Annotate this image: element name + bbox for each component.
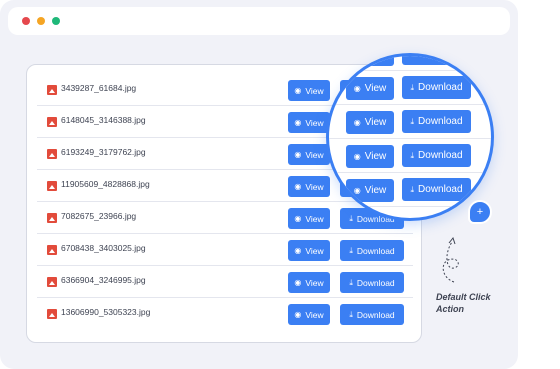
eye-icon: ◉ (353, 185, 361, 195)
download-button[interactable]: ⤓Download (402, 76, 471, 99)
image-file-icon (47, 277, 57, 287)
file-row: 6708438_3403025.jpg ◉ View ⤓ Download (37, 234, 413, 266)
download-icon: ⤓ (349, 213, 353, 223)
magnified-row: ◉ View ⤓ Download (329, 173, 491, 207)
annotation-line-2: Action (436, 304, 464, 314)
app-canvas: 3439287_61684.jpg ◉View ⤓Download 614804… (0, 0, 518, 369)
eye-icon: ◉ (294, 117, 302, 127)
view-button[interactable]: ◉ View (288, 304, 330, 325)
download-button[interactable]: ⤓Download (402, 53, 471, 65)
image-file-icon (47, 245, 57, 255)
eye-icon: ◉ (294, 149, 302, 159)
download-icon: ⤓ (410, 116, 415, 126)
file-name: 6366904_3246995.jpg (61, 275, 146, 285)
download-button[interactable]: ⤓Download (402, 144, 471, 167)
view-button[interactable]: ◉ View (288, 208, 330, 229)
file-name: 3439287_61684.jpg (61, 83, 137, 93)
image-file-icon (47, 181, 57, 191)
eye-icon: ◉ (294, 213, 302, 223)
download-icon: ⤓ (349, 309, 353, 319)
eye-icon: ◉ (353, 83, 361, 93)
maximize-window-dot[interactable] (52, 17, 60, 25)
eye-icon: ◉ (294, 181, 302, 191)
download-button[interactable]: ⤓Download (402, 178, 471, 201)
annotation-label: Default Click Action (436, 291, 516, 315)
download-icon: ⤓ (410, 184, 415, 194)
download-button[interactable]: ⤓Download (340, 304, 404, 325)
magnified-row: ◉ View ⤓ Download (329, 53, 491, 71)
download-button[interactable]: ⤓Download (402, 110, 471, 133)
file-row: 13606990_5305323.jpg ◉ View ⤓ Download (37, 298, 413, 330)
image-file-icon (47, 149, 57, 159)
file-name: 6708438_3403025.jpg (61, 243, 146, 253)
view-button[interactable]: ◉ View (288, 144, 330, 165)
magnified-row: ◉ View ⤓ Download (329, 71, 491, 105)
eye-icon: ◉ (353, 53, 361, 59)
download-button[interactable]: ⤓Download (340, 272, 404, 293)
view-button[interactable]: ◉ View (288, 176, 330, 197)
download-icon: ⤓ (410, 53, 415, 58)
view-button[interactable]: ◉ View (346, 145, 394, 168)
eye-icon: ◉ (294, 309, 302, 319)
curved-arrow-icon (442, 236, 459, 283)
view-button[interactable]: ◉ View (346, 179, 394, 202)
view-button[interactable]: ◉ View (346, 77, 394, 100)
view-button[interactable]: ◉ View (288, 240, 330, 261)
download-icon: ⤓ (410, 82, 415, 92)
download-icon: ⤓ (349, 245, 353, 255)
close-window-dot[interactable] (22, 17, 30, 25)
file-row: 6366904_3246995.jpg ◉ View ⤓ Download (37, 266, 413, 298)
file-name: 6148045_3146388.jpg (61, 115, 146, 125)
view-button[interactable]: ◉ View (346, 53, 394, 66)
file-name: 6193249_3179762.jpg (61, 147, 146, 157)
eye-icon: ◉ (294, 245, 302, 255)
image-file-icon (47, 309, 57, 319)
eye-icon: ◉ (353, 117, 361, 127)
view-button[interactable]: ◉ View (288, 80, 330, 101)
file-name: 7082675_23966.jpg (61, 211, 137, 221)
download-icon: ⤓ (410, 150, 415, 160)
view-button[interactable]: ◉ View (288, 112, 330, 133)
image-file-icon (47, 85, 57, 95)
annotation-line-1: Default Click (436, 292, 491, 302)
minimize-window-dot[interactable] (37, 17, 45, 25)
view-button[interactable]: ◉ View (346, 111, 394, 134)
eye-icon: ◉ (294, 85, 302, 95)
view-button[interactable]: ◉ View (288, 272, 330, 293)
download-icon: ⤓ (349, 277, 353, 287)
eye-icon: ◉ (294, 277, 302, 287)
window-titlebar (8, 7, 510, 35)
file-name: 13606990_5305323.jpg (61, 307, 151, 317)
eye-icon: ◉ (353, 151, 361, 161)
magnified-row: ◉ View ⤓ Download (329, 139, 491, 173)
file-name: 11905609_4828868.jpg (61, 179, 150, 189)
image-file-icon (47, 213, 57, 223)
magnified-row: ◉ View ⤓ Download (329, 105, 491, 139)
download-button[interactable]: ⤓Download (340, 240, 404, 261)
image-file-icon (47, 117, 57, 127)
magnifier-lens: ◉ View ⤓ Download ◉ View ⤓ Download ◉ View ⤓ D… (326, 53, 494, 221)
plus-icon[interactable]: + (468, 200, 492, 224)
